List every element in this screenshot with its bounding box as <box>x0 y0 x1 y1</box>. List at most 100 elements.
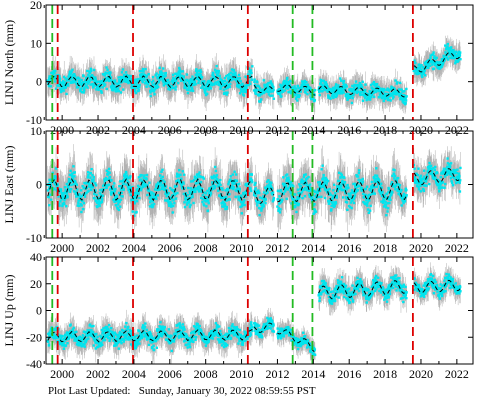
north-obs-point <box>280 95 283 98</box>
north-obs-point <box>160 72 164 75</box>
east-obs-point <box>54 177 57 180</box>
north-obs-point <box>145 85 148 88</box>
north-obs-point <box>370 95 373 99</box>
north-obs-point <box>242 94 246 97</box>
north-obs-point <box>272 88 275 92</box>
north-obs-point <box>423 69 426 73</box>
north-obs-point <box>360 83 363 87</box>
east-obs-point <box>108 171 111 174</box>
north-obs-point <box>378 95 381 99</box>
north-obs-point <box>147 72 150 76</box>
north-obs-point <box>105 87 109 91</box>
north-obs-point <box>423 74 427 77</box>
north-obs-point <box>221 80 225 83</box>
north-obs-point <box>334 83 338 86</box>
north-obs-point <box>171 73 175 77</box>
north-obs-point <box>285 80 288 83</box>
east-obs-point <box>49 198 53 201</box>
north-obs-point <box>109 71 112 74</box>
east-obs-point <box>75 183 78 186</box>
north-obs-point <box>179 70 182 73</box>
north-obs-point <box>197 81 200 85</box>
north-obs-point <box>88 79 91 83</box>
north-obs-point <box>272 86 275 89</box>
north-obs-point <box>334 86 337 89</box>
north-obs-point <box>449 56 452 59</box>
north-obs-point <box>121 68 125 71</box>
north-obs-point <box>54 69 57 73</box>
north-obs-point <box>333 88 336 92</box>
north-obs-point <box>272 97 276 100</box>
east-obs-point <box>68 173 72 176</box>
north-obs-point <box>249 82 252 86</box>
north-obs-point <box>60 89 63 93</box>
north-obs-point <box>256 80 259 84</box>
north-obs-point <box>392 95 395 99</box>
north-obs-point <box>306 92 309 96</box>
north-obs-point <box>164 71 168 75</box>
north-obs-point <box>212 83 216 86</box>
north-obs-point <box>53 80 57 83</box>
east-panel: -100102000 2002 2004 2006 2008 2010 2012 2014 20… <box>2 124 474 255</box>
north-obs-point <box>142 70 145 73</box>
north-obs-point <box>78 77 81 80</box>
north-obs-point <box>144 67 147 71</box>
north-obs-point <box>435 56 438 59</box>
north-obs-point <box>164 74 167 78</box>
north-obs-point <box>283 89 287 92</box>
north-obs-point <box>288 79 292 83</box>
north-obs-point <box>64 86 67 89</box>
north-ytick-label: 20 <box>30 0 42 12</box>
north-obs-point <box>117 89 121 93</box>
north-obs-point <box>162 67 165 70</box>
north-obs-point <box>239 80 242 83</box>
north-obs-point <box>306 83 310 86</box>
north-ytick-label: 10 <box>30 36 42 50</box>
time-series-figure: -10010202000 2002 2004 2006 2008 2010 2012 2014… <box>2 0 474 381</box>
east-obs-point <box>100 200 104 204</box>
north-obs-point <box>389 99 392 102</box>
north-obs-point <box>403 90 406 93</box>
north-obs-point <box>253 78 256 81</box>
north-obs-point <box>149 94 152 98</box>
north-obs-point <box>295 87 298 90</box>
north-obs-point <box>141 80 144 84</box>
north-obs-point <box>182 75 186 78</box>
east-obs-point <box>108 175 112 179</box>
east-obs-point <box>72 165 75 168</box>
north-obs-point <box>368 98 372 101</box>
north-obs-point <box>191 75 194 78</box>
east-obs-point <box>83 195 87 198</box>
north-obs-point <box>457 59 460 62</box>
north-obs-point <box>124 71 128 74</box>
north-obs-point <box>420 68 423 71</box>
north-obs-point <box>241 82 244 86</box>
north-obs-point <box>209 87 213 90</box>
north-obs-point <box>368 95 371 98</box>
north-obs-point <box>119 91 123 94</box>
north-obs-point <box>286 76 289 80</box>
north-obs-point <box>259 100 262 103</box>
north-obs-point <box>269 94 272 98</box>
north-obs-point <box>404 99 408 102</box>
north-obs-point <box>63 81 66 84</box>
east-plot-area <box>46 131 462 238</box>
north-obs-point <box>342 91 345 94</box>
north-obs-point <box>79 87 83 90</box>
north-obs-point <box>73 74 77 78</box>
north-obs-point <box>295 93 298 96</box>
north-obs-point <box>322 79 326 83</box>
north-obs-point <box>251 65 254 68</box>
north-obs-point <box>65 92 68 96</box>
north-obs-point <box>133 89 137 93</box>
east-obs-point <box>73 171 76 174</box>
north-obs-point <box>198 79 201 82</box>
east-obs-point <box>81 184 84 188</box>
east-obs-point <box>87 189 90 192</box>
north-obs-point <box>337 84 340 87</box>
north-obs-point <box>89 67 93 71</box>
north-obs-point <box>346 97 349 100</box>
north-obs-point <box>193 80 197 84</box>
north-obs-point <box>174 79 178 82</box>
north-obs-point <box>156 85 160 89</box>
